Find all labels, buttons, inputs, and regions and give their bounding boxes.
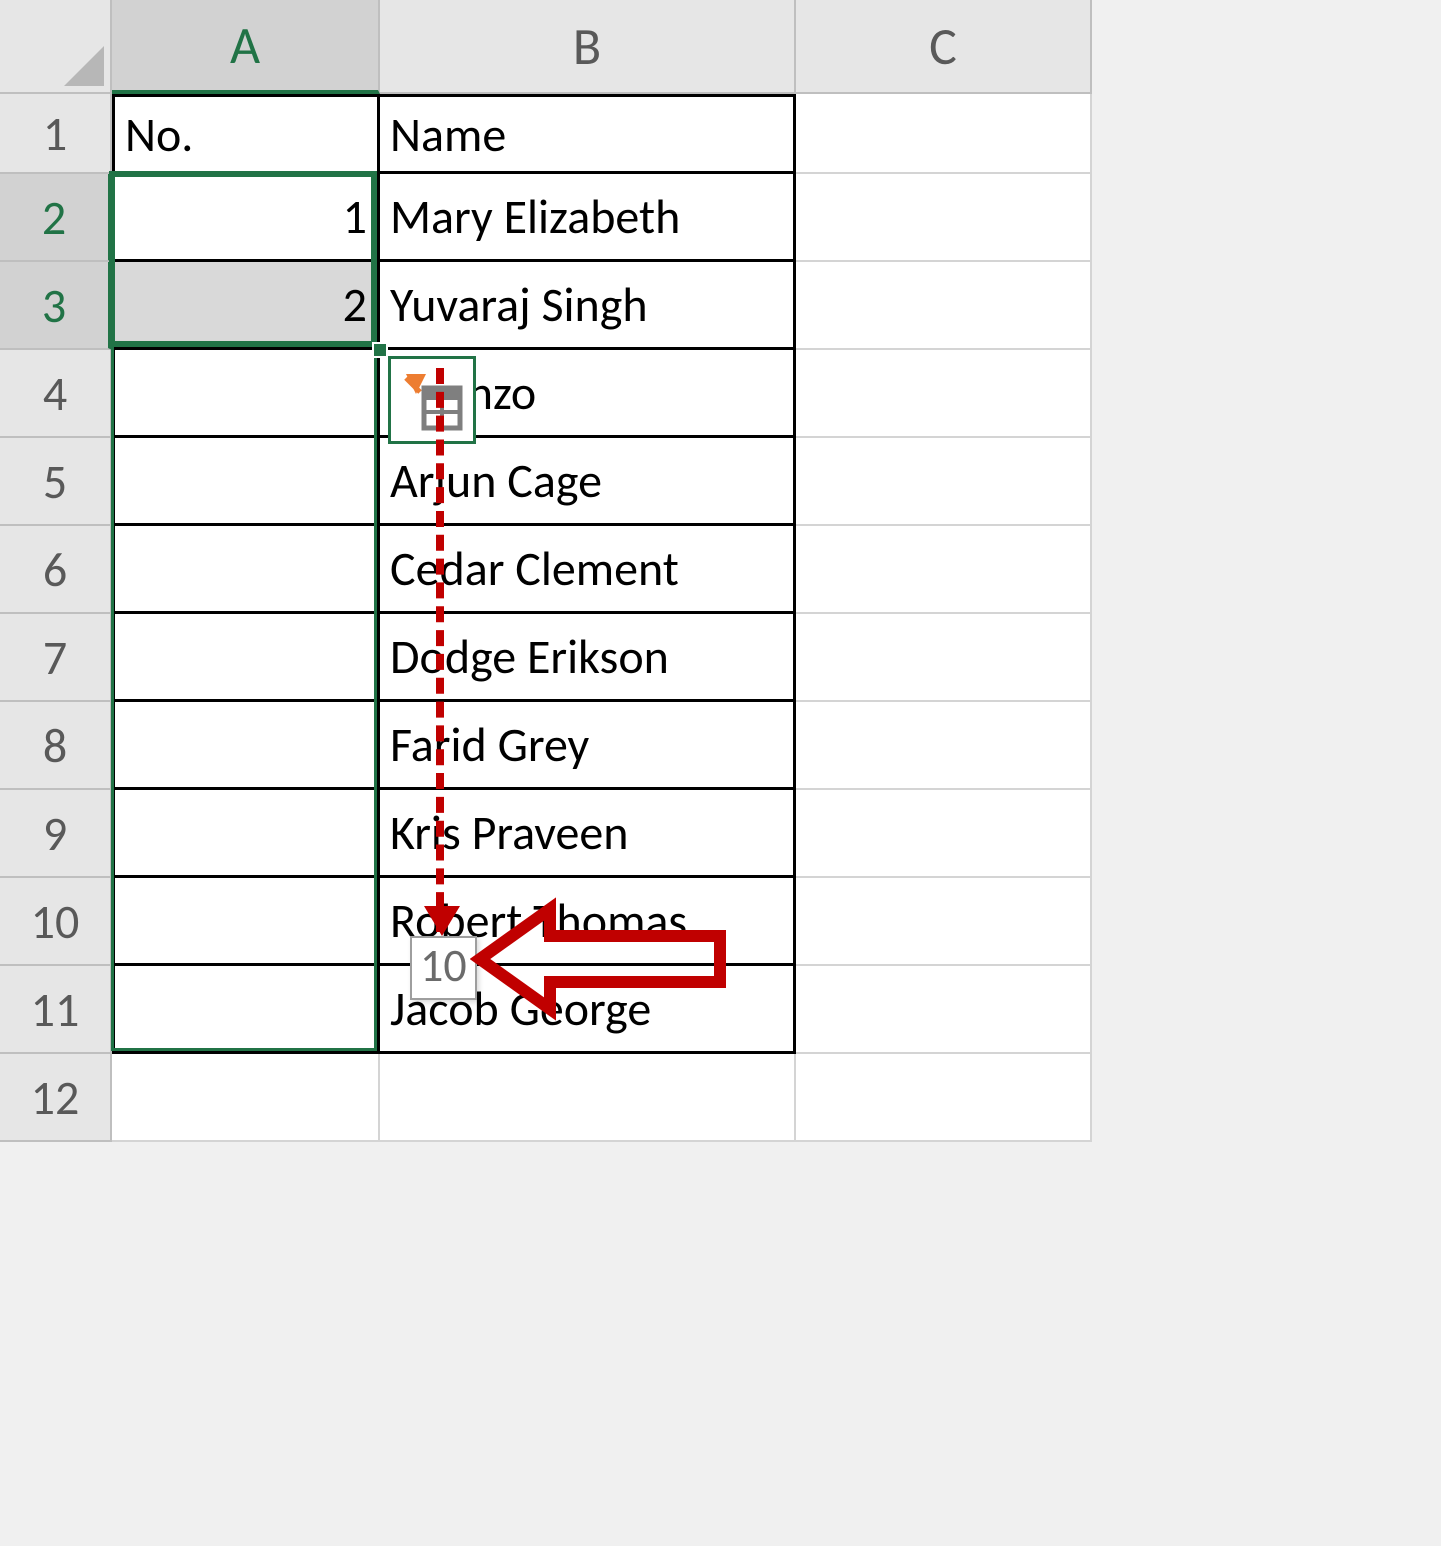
cell-C7[interactable] [796,614,1092,702]
quick-analysis-icon[interactable] [388,356,476,444]
fill-drag-tooltip: 10 [410,936,477,1000]
row-header-10[interactable]: 10 [0,878,112,966]
cell-A2[interactable]: 1 [112,174,380,262]
row-header-5[interactable]: 5 [0,438,112,526]
cell-B9[interactable]: Kris Praveen [380,790,796,878]
cell-A1[interactable]: No. [112,94,380,174]
cell-A11[interactable] [112,966,380,1054]
cell-grid: No.Name1Mary Elizabeth2Yuvaraj SinghAlfo… [112,94,1092,1142]
cell-B1[interactable]: Name [380,94,796,174]
cell-A7[interactable] [112,614,380,702]
cell-A6[interactable] [112,526,380,614]
cell-A3[interactable]: 2 [112,262,380,350]
cell-B2[interactable]: Mary Elizabeth [380,174,796,262]
cell-A12[interactable] [112,1054,380,1142]
row-header-12[interactable]: 12 [0,1054,112,1142]
select-all-corner[interactable] [0,0,112,94]
cell-C12[interactable] [796,1054,1092,1142]
column-header-B[interactable]: B [380,0,796,94]
fill-handle[interactable] [372,342,388,358]
cell-C9[interactable] [796,790,1092,878]
cell-C10[interactable] [796,878,1092,966]
row-header-7[interactable]: 7 [0,614,112,702]
select-all-triangle-icon [64,46,104,86]
spreadsheet-viewport: ABC 123456789101112 No.Name1Mary Elizabe… [0,0,1441,1546]
row-header-6[interactable]: 6 [0,526,112,614]
cell-C3[interactable] [796,262,1092,350]
cell-C2[interactable] [796,174,1092,262]
cell-B6[interactable]: Cedar Clement [380,526,796,614]
cell-C6[interactable] [796,526,1092,614]
row-header-11[interactable]: 11 [0,966,112,1054]
cell-C1[interactable] [796,94,1092,174]
quick-analysis-glyph-icon [400,368,464,432]
row-header-8[interactable]: 8 [0,702,112,790]
row-header-1[interactable]: 1 [0,94,112,174]
row-header-3[interactable]: 3 [0,262,112,350]
cell-C8[interactable] [796,702,1092,790]
row-header-2[interactable]: 2 [0,174,112,262]
column-header-A[interactable]: A [112,0,380,94]
cell-A5[interactable] [112,438,380,526]
row-header-4[interactable]: 4 [0,350,112,438]
cell-B7[interactable]: Dodge Erikson [380,614,796,702]
column-headers: ABC [112,0,1092,94]
cell-B3[interactable]: Yuvaraj Singh [380,262,796,350]
cell-B5[interactable]: Arjun Cage [380,438,796,526]
cell-C4[interactable] [796,350,1092,438]
cell-A8[interactable] [112,702,380,790]
cell-A4[interactable] [112,350,380,438]
column-header-C[interactable]: C [796,0,1092,94]
cell-A10[interactable] [112,878,380,966]
cell-A9[interactable] [112,790,380,878]
row-header-9[interactable]: 9 [0,790,112,878]
cell-B8[interactable]: Farid Grey [380,702,796,790]
row-headers: 123456789101112 [0,94,112,1142]
cell-C11[interactable] [796,966,1092,1054]
cell-C5[interactable] [796,438,1092,526]
cell-B12[interactable] [380,1054,796,1142]
